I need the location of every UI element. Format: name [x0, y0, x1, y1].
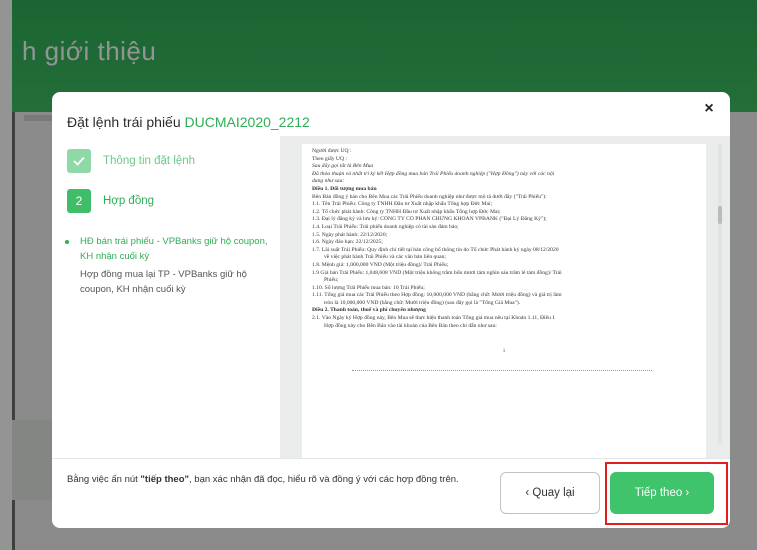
document-next-page-edge — [352, 369, 652, 374]
document-line: Đã thỏa thuận và nhất trí ký kết Hợp đồn… — [312, 170, 555, 177]
document-line: Điều 1. Đối tượng mua bán — [312, 185, 377, 192]
document-line: Bên Bán đồng ý bán cho Bên Mua các Trái … — [312, 193, 547, 200]
document-line: 1.3. Đại lý đăng ký và lưu ký: CÔNG TY C… — [312, 216, 547, 223]
modal-title: Đặt lệnh trái phiếu DUCMAI2020_2212 — [67, 114, 310, 130]
bond-code: DUCMAI2020_2212 — [184, 114, 310, 130]
contract-item-sell[interactable]: HĐ bán trái phiếu - VPBanks giữ hộ coupo… — [65, 234, 270, 264]
document-page-number: 1 — [502, 348, 506, 355]
check-icon — [67, 149, 91, 173]
document-line: Phiếu; — [324, 277, 339, 284]
stepper-panel: Thông tin đặt lệnh 2 Hợp đồng HĐ bán trá… — [52, 136, 280, 458]
contract-item-sell-label: HĐ bán trái phiếu - VPBanks giữ hộ coupo… — [80, 236, 268, 262]
contract-item-buyback-label: Hợp đồng mua lại TP - VPBanks giữ hộ cou… — [80, 269, 247, 295]
document-line: 1.11. Tổng giá mua các Trái Phiếu theo H… — [312, 292, 562, 299]
document-line: Hợp đồng này cho Bên Bán vào tài khoản c… — [324, 322, 497, 329]
document-line: 1.2. Tổ chức phát hành: Công ty TNHH Đầu… — [312, 208, 501, 215]
document-line: 1.10. Số lượng Trái Phiếu mua bán: 10 Tr… — [312, 284, 425, 291]
document-line: 1.8. Mệnh giá: 1,000,000 VND (Một triệu … — [312, 261, 449, 268]
step-order-info-label: Thông tin đặt lệnh — [103, 155, 196, 167]
document-scrollbar-thumb[interactable] — [718, 206, 722, 224]
step-number-badge: 2 — [67, 189, 91, 213]
document-line: Theo giấy UQ : — [312, 155, 347, 162]
document-line: 1.4. Loại Trái Phiếu: Trái phiếu doanh n… — [312, 223, 459, 230]
close-icon[interactable]: × — [700, 100, 718, 118]
modal-title-prefix: Đặt lệnh trái phiếu — [67, 114, 181, 130]
document-scrollbar-track[interactable] — [718, 144, 722, 444]
step-contract-label: Hợp đồng — [103, 195, 155, 207]
back-button[interactable]: ‹ Quay lại — [500, 472, 600, 514]
document-line: 2.1. Vào Ngày ký Hợp đồng này, Bên Mua s… — [312, 315, 556, 322]
contract-document-text: Người được UQ : Theo giấy UQ : Sau đây gọi… — [312, 148, 696, 330]
document-line: 1.6. Ngày đáo hạn: 22/12/2025; — [312, 239, 383, 246]
highlight-annotation — [605, 462, 728, 525]
consent-text: Bằng việc ấn nút "tiếp theo", bạn xác nh… — [67, 474, 459, 485]
document-line: Điều 2. Thanh toán, thuế và phí chuyển n… — [312, 307, 426, 314]
contract-document-page: Người được UQ : Theo giấy UQ : Sau đây gọi… — [302, 144, 706, 458]
consent-text-end: , bạn xác nhận đã đọc, hiểu rõ và đồng ý… — [189, 474, 459, 485]
document-line: tròn là 10,000,000 VND (bằng chữ: Mười t… — [324, 299, 521, 306]
contract-item-buyback[interactable]: Hợp đồng mua lại TP - VPBanks giữ hộ cou… — [80, 267, 270, 297]
document-line: 1.1. Tên Trái Phiếu: Công ty TNHH Đầu tư… — [312, 201, 493, 208]
active-dot-icon — [65, 240, 69, 244]
footer-divider — [52, 458, 730, 459]
document-line: 1.5. Ngày phát hành: 22/12/2020; — [312, 231, 388, 238]
document-line: 1.9 Giá bán Trái Phiếu: 1,048,608 VND (M… — [312, 269, 562, 276]
document-line: về việc phát hành Trái Phiếu và các văn … — [324, 254, 446, 261]
consent-text-bold: "tiếp theo" — [140, 474, 190, 485]
document-line: Người được UQ : — [312, 148, 352, 154]
document-line: dung như sau: — [312, 178, 345, 185]
document-line: 1.7. Lãi suất Trái Phiếu: Quy định chi t… — [312, 246, 559, 253]
step-contract[interactable]: 2 Hợp đồng — [67, 189, 154, 213]
contract-document-viewer[interactable]: Người được UQ : Theo giấy UQ : Sau đây gọi… — [280, 136, 730, 458]
step-order-info[interactable]: Thông tin đặt lệnh — [67, 149, 195, 173]
consent-text-start: Bằng việc ấn nút — [67, 474, 141, 485]
document-line: Sau đây gọi tắt là Bên Mua — [312, 163, 374, 170]
